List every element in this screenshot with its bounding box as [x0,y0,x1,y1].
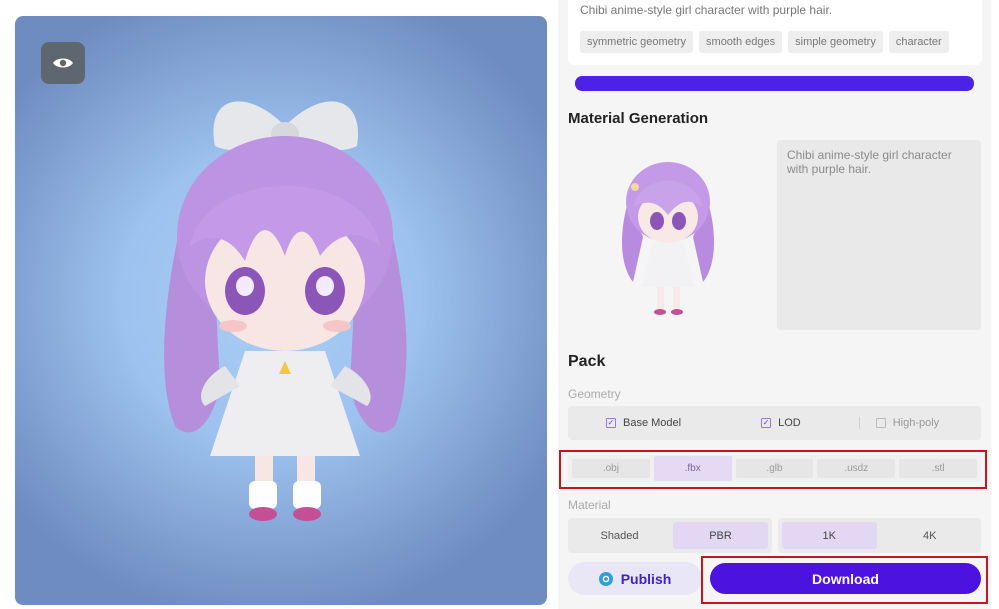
eye-icon[interactable] [41,42,85,84]
pack-title: Pack [568,353,606,370]
publish-button[interactable]: Publish [568,562,702,595]
tag-chip[interactable]: character [888,31,949,53]
model-viewport[interactable] [15,16,547,605]
material-label: Material [568,498,611,512]
publish-label: Publish [620,570,672,587]
generation-progress-bar [575,76,974,91]
geometry-option-base-model[interactable]: ✓ Base Model [606,417,681,429]
format-option-fbx[interactable]: .fbx [653,456,732,481]
format-option-stl[interactable]: .stl [899,459,977,478]
shading-selector: Shaded PBR [568,518,772,553]
format-option-glb[interactable]: .glb [735,459,814,478]
checkbox-unchecked-icon[interactable] [875,418,886,428]
chibi-character-model [164,101,407,521]
download-button[interactable]: Download [710,563,981,594]
geometry-option-label: High-poly [892,417,940,429]
settings-panel: Chibi anime-style girl character with pu… [558,0,991,609]
geometry-option-high-poly[interactable]: High-poly [875,417,940,429]
material-description-box[interactable]: Chibi anime-style girl character with pu… [777,140,981,330]
prompt-card: Chibi anime-style girl character with pu… [568,0,982,65]
shading-option-shaded[interactable]: Shaded [572,522,667,549]
reference-character-thumbnail [621,161,715,315]
prompt-text: Chibi anime-style girl character with pu… [580,3,833,17]
geometry-label: Geometry [568,387,621,401]
resolution-option-4k[interactable]: 4K [883,522,978,549]
divider [858,417,860,429]
geometry-option-lod[interactable]: ✓ LOD [761,417,801,429]
tag-chip[interactable]: simple geometry [788,31,883,53]
shading-option-pbr[interactable]: PBR [673,522,768,549]
tag-chip[interactable]: symmetric geometry [580,31,694,53]
tag-list: symmetric geometry smooth edges simple g… [580,31,970,53]
format-selector: .obj .fbx .glb .usdz .stl [568,455,981,482]
resolution-selector: 1K 4K [778,518,981,553]
geometry-option-label: Base Model [623,417,682,429]
geometry-option-label: LOD [778,417,801,429]
tag-chip[interactable]: smooth edges [699,31,783,53]
material-generation-title: Material Generation [568,110,709,127]
resolution-option-1k[interactable]: 1K [782,522,877,549]
checkbox-checked-icon[interactable]: ✓ [761,418,772,428]
format-option-usdz[interactable]: .usdz [817,459,896,478]
progress-fill [575,76,974,91]
geometry-options: ✓ Base Model ✓ LOD High-poly [568,406,981,440]
reference-image[interactable] [568,140,768,328]
format-option-obj[interactable]: .obj [572,459,650,478]
publish-icon [598,571,613,586]
checkbox-checked-icon[interactable]: ✓ [606,418,616,428]
